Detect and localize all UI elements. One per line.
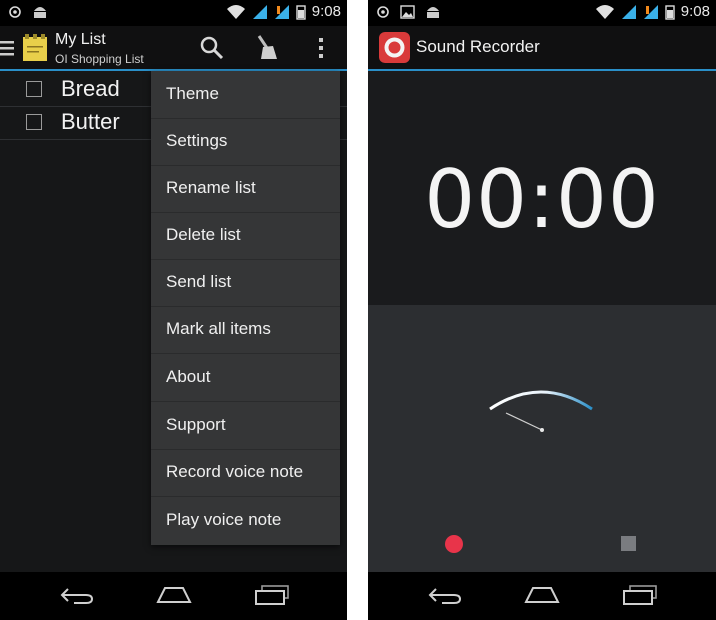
menu-item-theme[interactable]: Theme bbox=[151, 71, 340, 119]
action-bar-title: My List bbox=[55, 31, 106, 48]
android-icon bbox=[34, 7, 46, 18]
menu-item-label: Theme bbox=[166, 84, 219, 103]
home-icon[interactable] bbox=[155, 585, 193, 605]
item-label: Butter bbox=[61, 109, 120, 134]
overflow-menu: Theme Settings Rename list Delete list S… bbox=[151, 71, 340, 545]
signal-icon bbox=[252, 4, 267, 19]
stop-button[interactable] bbox=[620, 535, 637, 552]
menu-item-label: Mark all items bbox=[166, 319, 271, 338]
status-bar: 9:08 bbox=[0, 0, 347, 26]
location-icon bbox=[9, 6, 21, 18]
menu-item-about[interactable]: About bbox=[151, 354, 340, 402]
recent-apps-icon[interactable] bbox=[622, 584, 658, 606]
menu-item-label: About bbox=[166, 367, 211, 386]
action-bar: My List OI Shopping List bbox=[0, 26, 347, 70]
menu-item-label: Support bbox=[166, 415, 226, 434]
action-bar-title: Sound Recorder bbox=[416, 37, 540, 56]
status-bar: 9:08 bbox=[368, 0, 716, 26]
wifi-icon bbox=[595, 4, 614, 19]
action-bar-subtitle: OI Shopping List bbox=[55, 52, 144, 66]
back-icon[interactable] bbox=[60, 586, 94, 606]
item-label: Bread bbox=[61, 76, 120, 101]
menu-item-play-voice-note[interactable]: Play voice note bbox=[151, 497, 340, 544]
android-icon bbox=[427, 7, 439, 18]
menu-item-mark-all-items[interactable]: Mark all items bbox=[151, 306, 340, 354]
signal-alert-icon bbox=[274, 4, 289, 19]
navigation-bar bbox=[368, 572, 716, 620]
clean-up-broom-icon[interactable] bbox=[253, 34, 279, 62]
wifi-icon bbox=[226, 4, 245, 19]
vu-meter-gauge bbox=[489, 390, 593, 432]
menu-item-support[interactable]: Support bbox=[151, 402, 340, 450]
home-icon[interactable] bbox=[523, 585, 561, 605]
signal-alert-icon bbox=[643, 4, 658, 19]
status-time: 9:08 bbox=[311, 3, 341, 20]
item-checkbox[interactable] bbox=[26, 114, 42, 130]
menu-item-label: Settings bbox=[166, 131, 228, 150]
menu-item-label: Delete list bbox=[166, 225, 241, 244]
recording-controls-panel bbox=[368, 305, 716, 572]
recent-apps-icon[interactable] bbox=[254, 584, 290, 606]
search-icon[interactable] bbox=[199, 35, 225, 61]
location-icon bbox=[377, 6, 389, 18]
battery-icon bbox=[665, 4, 675, 20]
action-bar: Sound Recorder bbox=[368, 26, 716, 70]
item-checkbox[interactable] bbox=[26, 81, 42, 97]
record-button[interactable] bbox=[444, 534, 464, 554]
elapsed-time: 00:00 bbox=[424, 153, 660, 246]
menu-item-label: Rename list bbox=[166, 178, 256, 197]
notepad-app-icon[interactable] bbox=[22, 34, 48, 62]
sound-recorder-screen: 9:08 Sound Recorder 00:00 bbox=[368, 0, 716, 620]
menu-item-label: Send list bbox=[166, 272, 232, 291]
signal-icon bbox=[621, 4, 636, 19]
menu-item-rename-list[interactable]: Rename list bbox=[151, 165, 340, 213]
menu-item-label: Play voice note bbox=[166, 510, 282, 529]
menu-item-label: Record voice note bbox=[166, 462, 304, 481]
menu-item-record-voice-note[interactable]: Record voice note bbox=[151, 449, 340, 497]
menu-item-send-list[interactable]: Send list bbox=[151, 259, 340, 307]
overflow-menu-icon[interactable] bbox=[318, 37, 324, 59]
battery-icon bbox=[296, 4, 306, 20]
menu-item-delete-list[interactable]: Delete list bbox=[151, 212, 340, 260]
status-time: 9:08 bbox=[680, 3, 710, 20]
image-icon bbox=[400, 5, 415, 19]
shopping-list-screen: 9:08 My List OI Shopping List Bread Butt… bbox=[0, 0, 347, 620]
drawer-menu-icon[interactable] bbox=[0, 39, 14, 57]
back-icon[interactable] bbox=[428, 586, 462, 606]
sound-recorder-app-icon[interactable] bbox=[379, 32, 410, 63]
navigation-bar bbox=[0, 572, 347, 620]
menu-item-settings[interactable]: Settings bbox=[151, 118, 340, 166]
timer-panel: 00:00 bbox=[368, 71, 716, 305]
